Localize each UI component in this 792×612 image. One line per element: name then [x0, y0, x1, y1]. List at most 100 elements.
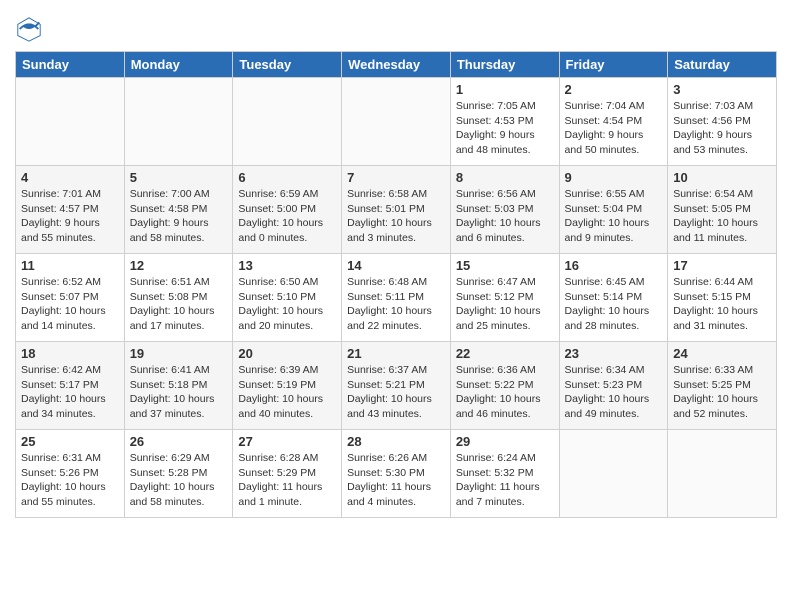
calendar-cell [16, 78, 125, 166]
calendar-cell [342, 78, 451, 166]
week-row-4: 18 Sunrise: 6:42 AM Sunset: 5:17 PM Dayli… [16, 342, 777, 430]
col-header-friday: Friday [559, 52, 668, 78]
day-info: Sunrise: 6:51 AM Sunset: 5:08 PM Dayligh… [130, 275, 228, 334]
calendar-cell: 9 Sunrise: 6:55 AM Sunset: 5:04 PM Daylig… [559, 166, 668, 254]
day-info: Sunrise: 6:36 AM Sunset: 5:22 PM Dayligh… [456, 363, 554, 422]
col-header-tuesday: Tuesday [233, 52, 342, 78]
calendar-table: SundayMondayTuesdayWednesdayThursdayFrid… [15, 51, 777, 518]
calendar-cell: 19 Sunrise: 6:41 AM Sunset: 5:18 PM Dayli… [124, 342, 233, 430]
week-row-2: 4 Sunrise: 7:01 AM Sunset: 4:57 PM Daylig… [16, 166, 777, 254]
day-number: 20 [238, 346, 336, 361]
col-header-sunday: Sunday [16, 52, 125, 78]
calendar-cell: 21 Sunrise: 6:37 AM Sunset: 5:21 PM Dayli… [342, 342, 451, 430]
day-number: 21 [347, 346, 445, 361]
day-info: Sunrise: 6:44 AM Sunset: 5:15 PM Dayligh… [673, 275, 771, 334]
day-number: 4 [21, 170, 119, 185]
day-number: 29 [456, 434, 554, 449]
day-info: Sunrise: 7:01 AM Sunset: 4:57 PM Dayligh… [21, 187, 119, 246]
calendar-cell: 1 Sunrise: 7:05 AM Sunset: 4:53 PM Daylig… [450, 78, 559, 166]
day-number: 8 [456, 170, 554, 185]
calendar-cell: 16 Sunrise: 6:45 AM Sunset: 5:14 PM Dayli… [559, 254, 668, 342]
week-row-5: 25 Sunrise: 6:31 AM Sunset: 5:26 PM Dayli… [16, 430, 777, 518]
day-info: Sunrise: 6:59 AM Sunset: 5:00 PM Dayligh… [238, 187, 336, 246]
day-number: 10 [673, 170, 771, 185]
day-number: 28 [347, 434, 445, 449]
calendar-cell: 27 Sunrise: 6:28 AM Sunset: 5:29 PM Dayli… [233, 430, 342, 518]
calendar-cell: 29 Sunrise: 6:24 AM Sunset: 5:32 PM Dayli… [450, 430, 559, 518]
day-info: Sunrise: 6:31 AM Sunset: 5:26 PM Dayligh… [21, 451, 119, 510]
day-info: Sunrise: 6:33 AM Sunset: 5:25 PM Dayligh… [673, 363, 771, 422]
calendar-cell: 25 Sunrise: 6:31 AM Sunset: 5:26 PM Dayli… [16, 430, 125, 518]
day-info: Sunrise: 6:42 AM Sunset: 5:17 PM Dayligh… [21, 363, 119, 422]
day-info: Sunrise: 6:48 AM Sunset: 5:11 PM Dayligh… [347, 275, 445, 334]
day-info: Sunrise: 6:56 AM Sunset: 5:03 PM Dayligh… [456, 187, 554, 246]
calendar-cell: 20 Sunrise: 6:39 AM Sunset: 5:19 PM Dayli… [233, 342, 342, 430]
calendar-cell: 10 Sunrise: 6:54 AM Sunset: 5:05 PM Dayli… [668, 166, 777, 254]
day-info: Sunrise: 6:54 AM Sunset: 5:05 PM Dayligh… [673, 187, 771, 246]
day-number: 1 [456, 82, 554, 97]
day-info: Sunrise: 6:29 AM Sunset: 5:28 PM Dayligh… [130, 451, 228, 510]
day-info: Sunrise: 6:52 AM Sunset: 5:07 PM Dayligh… [21, 275, 119, 334]
day-number: 22 [456, 346, 554, 361]
calendar-cell: 12 Sunrise: 6:51 AM Sunset: 5:08 PM Dayli… [124, 254, 233, 342]
header [15, 10, 777, 43]
day-info: Sunrise: 6:28 AM Sunset: 5:29 PM Dayligh… [238, 451, 336, 510]
calendar-cell: 3Sunrise: 7:03 AM Sunset: 4:56 PM Daylig… [668, 78, 777, 166]
calendar-cell: 11Sunrise: 6:52 AM Sunset: 5:07 PM Dayli… [16, 254, 125, 342]
day-number: 25 [21, 434, 119, 449]
calendar-cell [668, 430, 777, 518]
calendar-cell: 18 Sunrise: 6:42 AM Sunset: 5:17 PM Dayli… [16, 342, 125, 430]
day-info: Sunrise: 7:04 AM Sunset: 4:54 PM Dayligh… [565, 99, 663, 158]
calendar-cell: 2 Sunrise: 7:04 AM Sunset: 4:54 PM Daylig… [559, 78, 668, 166]
calendar-cell: 17 Sunrise: 6:44 AM Sunset: 5:15 PM Dayli… [668, 254, 777, 342]
day-number: 5 [130, 170, 228, 185]
calendar-cell [124, 78, 233, 166]
day-info: Sunrise: 6:26 AM Sunset: 5:30 PM Dayligh… [347, 451, 445, 510]
day-info: Sunrise: 6:34 AM Sunset: 5:23 PM Dayligh… [565, 363, 663, 422]
day-info: Sunrise: 7:00 AM Sunset: 4:58 PM Dayligh… [130, 187, 228, 246]
day-info: Sunrise: 6:37 AM Sunset: 5:21 PM Dayligh… [347, 363, 445, 422]
calendar-cell: 28 Sunrise: 6:26 AM Sunset: 5:30 PM Dayli… [342, 430, 451, 518]
week-row-3: 11Sunrise: 6:52 AM Sunset: 5:07 PM Dayli… [16, 254, 777, 342]
calendar-cell: 6 Sunrise: 6:59 AM Sunset: 5:00 PM Daylig… [233, 166, 342, 254]
calendar-cell: 7Sunrise: 6:58 AM Sunset: 5:01 PM Daylig… [342, 166, 451, 254]
calendar-cell: 14 Sunrise: 6:48 AM Sunset: 5:11 PM Dayli… [342, 254, 451, 342]
day-number: 9 [565, 170, 663, 185]
day-number: 18 [21, 346, 119, 361]
day-info: Sunrise: 6:39 AM Sunset: 5:19 PM Dayligh… [238, 363, 336, 422]
day-number: 13 [238, 258, 336, 273]
logo [15, 15, 47, 43]
day-number: 27 [238, 434, 336, 449]
day-number: 16 [565, 258, 663, 273]
week-row-1: 1 Sunrise: 7:05 AM Sunset: 4:53 PM Daylig… [16, 78, 777, 166]
day-number: 17 [673, 258, 771, 273]
day-info: Sunrise: 6:47 AM Sunset: 5:12 PM Dayligh… [456, 275, 554, 334]
calendar-cell: 15 Sunrise: 6:47 AM Sunset: 5:12 PM Dayli… [450, 254, 559, 342]
day-number: 12 [130, 258, 228, 273]
day-number: 6 [238, 170, 336, 185]
day-number: 7 [347, 170, 445, 185]
calendar-cell: 22 Sunrise: 6:36 AM Sunset: 5:22 PM Dayli… [450, 342, 559, 430]
col-header-wednesday: Wednesday [342, 52, 451, 78]
day-number: 19 [130, 346, 228, 361]
day-info: Sunrise: 7:03 AM Sunset: 4:56 PM Dayligh… [673, 99, 771, 158]
day-number: 15 [456, 258, 554, 273]
calendar-cell [559, 430, 668, 518]
day-info: Sunrise: 7:05 AM Sunset: 4:53 PM Dayligh… [456, 99, 554, 158]
col-header-saturday: Saturday [668, 52, 777, 78]
day-info: Sunrise: 6:41 AM Sunset: 5:18 PM Dayligh… [130, 363, 228, 422]
day-number: 14 [347, 258, 445, 273]
day-number: 23 [565, 346, 663, 361]
calendar-cell [233, 78, 342, 166]
calendar-cell: 24 Sunrise: 6:33 AM Sunset: 5:25 PM Dayli… [668, 342, 777, 430]
day-info: Sunrise: 6:24 AM Sunset: 5:32 PM Dayligh… [456, 451, 554, 510]
day-number: 2 [565, 82, 663, 97]
day-number: 24 [673, 346, 771, 361]
header-row: SundayMondayTuesdayWednesdayThursdayFrid… [16, 52, 777, 78]
day-info: Sunrise: 6:45 AM Sunset: 5:14 PM Dayligh… [565, 275, 663, 334]
logo-icon [15, 15, 43, 43]
calendar-cell: 4 Sunrise: 7:01 AM Sunset: 4:57 PM Daylig… [16, 166, 125, 254]
calendar-cell: 8 Sunrise: 6:56 AM Sunset: 5:03 PM Daylig… [450, 166, 559, 254]
day-info: Sunrise: 6:55 AM Sunset: 5:04 PM Dayligh… [565, 187, 663, 246]
calendar-cell: 5 Sunrise: 7:00 AM Sunset: 4:58 PM Daylig… [124, 166, 233, 254]
